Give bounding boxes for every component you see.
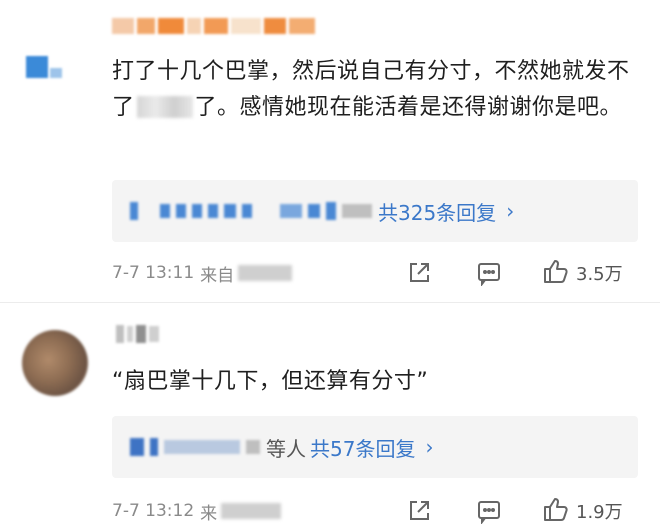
share-icon[interactable] (406, 496, 432, 526)
reply-summary-box[interactable]: 共325条回复 › (112, 180, 638, 242)
like-button[interactable]: 3.5万 (542, 258, 623, 288)
comment-text: 打了十几个巴掌，然后说自己有分寸，不然她就发不了 了。感情她现在能活着是还得谢谢你… (112, 59, 630, 120)
avatar[interactable] (22, 52, 68, 98)
share-icon[interactable] (406, 258, 432, 288)
reply-summary-box[interactable]: 等人 共57条回复 › (112, 416, 638, 478)
like-count: 3.5万 (576, 264, 623, 285)
timestamp: 7-7 13:12 (112, 501, 195, 521)
like-count: 1.9万 (576, 502, 623, 523)
reply-count-link[interactable]: 共57条回复 (310, 433, 415, 462)
comment-meta: 7-7 13:12 来 1.9万 (112, 496, 642, 526)
comment-item: “扇巴掌十几下，但还算有分寸” 等人 共57条回复 › 7-7 13:12 来 (0, 306, 660, 528)
reply-usernames-blurred (130, 438, 260, 456)
comment-item: 打了十几个巴掌，然后说自己有分寸，不然她就发不了 了。感情她现在能活着是还得谢谢你… (0, 0, 660, 302)
source-label: 来 (200, 499, 282, 524)
source-label: 来自 (200, 261, 293, 286)
reply-users-suffix: 等人 (266, 436, 306, 461)
timestamp: 7-7 13:11 (112, 263, 195, 283)
comment-list: 打了十几个巴掌，然后说自己有分寸，不然她就发不了 了。感情她现在能活着是还得谢谢你… (0, 0, 660, 528)
comment-icon[interactable] (476, 496, 502, 526)
like-icon (542, 495, 570, 527)
comment-text: “扇巴掌十几下，但还算有分寸” (112, 369, 429, 394)
reply-usernames-blurred (130, 202, 372, 220)
username-blurred[interactable] (116, 322, 159, 346)
reply-count-link[interactable]: 共325条回复 (378, 197, 496, 226)
censored-mosaic (136, 96, 193, 118)
avatar[interactable] (22, 330, 88, 396)
chevron-right-icon: › (425, 435, 434, 459)
comment-icon[interactable] (476, 258, 502, 288)
like-icon (542, 257, 570, 289)
like-button[interactable]: 1.9万 (542, 496, 623, 526)
chevron-right-icon: › (506, 199, 515, 223)
username-blurred[interactable] (112, 14, 315, 38)
comment-meta: 7-7 13:11 来自 3.5万 (112, 258, 642, 288)
divider (0, 302, 660, 303)
